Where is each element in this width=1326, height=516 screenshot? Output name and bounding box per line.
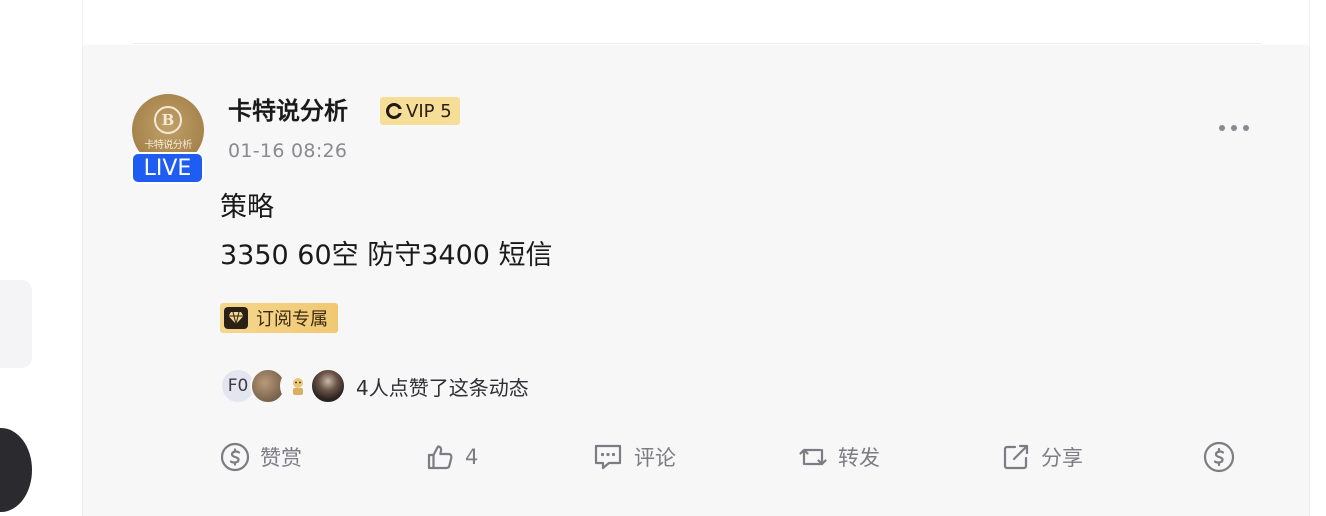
like-count: 4 [465,445,479,469]
action-bar: 赞赏 4 评论 转发 分享 [220,437,1250,477]
post-card: B 卡特说分析 LIVE 卡特说分析 VIP 5 01-16 08:26 策略 … [82,45,1310,516]
repost-button[interactable]: 转发 [798,437,880,477]
subscription-badge[interactable]: 订阅专属 [220,303,338,333]
comment-button[interactable]: 评论 [592,437,676,477]
left-panel-card [0,280,32,368]
post-line: 策略 [220,192,274,223]
thumbs-up-icon [427,445,453,470]
reward-button[interactable]: 赞赏 [220,437,302,477]
share-icon [1003,444,1029,470]
comment-label: 评论 [634,446,676,470]
share-button[interactable]: 分享 [1001,437,1083,477]
reward-label: 赞赏 [260,446,302,470]
tip-button[interactable] [1203,437,1235,477]
vip-icon [386,103,402,119]
floating-action-button[interactable] [0,428,32,512]
subscription-label: 订阅专属 [256,309,328,330]
vip-badge[interactable]: VIP 5 [380,97,460,125]
divider [133,43,1261,44]
diamond-icon [224,307,248,329]
likers-row[interactable]: F0 4人点赞了这条动态 [220,367,529,405]
repost-label: 转发 [838,446,880,470]
cartoon-avatar-icon [293,378,303,395]
author-name[interactable]: 卡特说分析 [228,95,348,127]
liker-avatar[interactable] [310,368,346,404]
repost-icon [799,448,827,466]
post-content: 策略 3350 60空 防守3400 短信 [220,184,553,280]
avatar-label: 卡特说分析 [144,140,192,151]
previous-post-card [82,0,1310,44]
post-line: 3350 60空 防守3400 短信 [220,240,553,271]
reward-coin-icon [220,442,250,472]
share-label: 分享 [1041,446,1083,470]
likers-summary[interactable]: 4人点赞了这条动态 [356,372,529,401]
more-horizontal-icon[interactable] [1219,125,1249,131]
dollar-icon [1203,441,1235,473]
bitcoin-logo-icon: B [154,106,182,134]
like-button[interactable]: 4 [425,437,478,477]
post-timestamp: 01-16 08:26 [228,140,348,162]
live-badge[interactable]: LIVE [131,152,204,184]
vip-label: VIP 5 [406,100,452,122]
comment-icon [594,444,622,470]
